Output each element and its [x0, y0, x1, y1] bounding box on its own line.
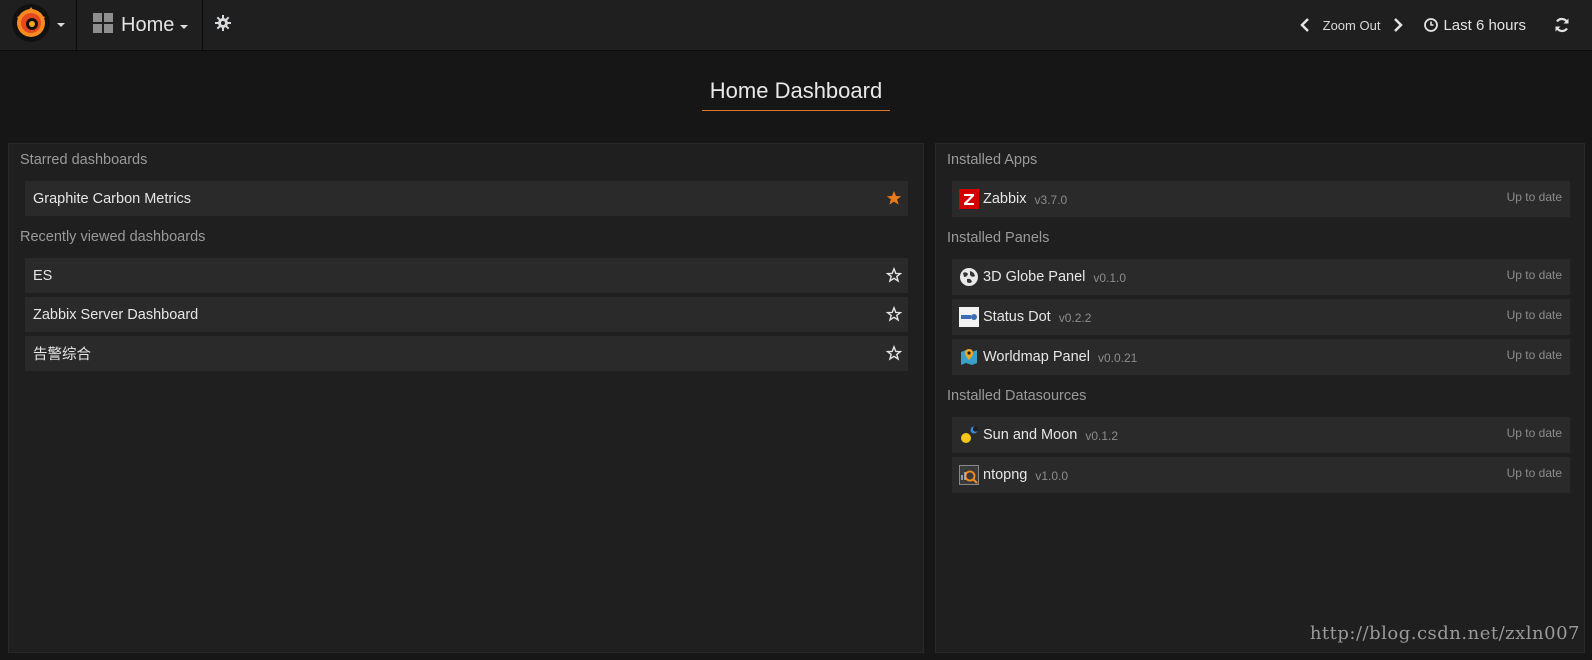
plugin-version: v3.7.0 — [1034, 193, 1068, 207]
worldmap-icon — [959, 347, 979, 367]
plugin-status: Up to date — [1506, 268, 1562, 282]
grafana-logo-icon — [11, 3, 51, 48]
chevron-left-icon — [1299, 18, 1309, 32]
plugin-row[interactable]: Sun and Moon v0.1.2 Up to date — [952, 417, 1570, 453]
dashboard-list-panel: Starred dashboards Graphite Carbon Metri… — [8, 143, 924, 653]
page-title-container: Home Dashboard — [0, 78, 1592, 111]
plugin-name: Sun and Moon — [983, 427, 1078, 443]
zabbix-icon — [959, 189, 979, 209]
plugin-row[interactable]: Worldmap Panel v0.0.21 Up to date — [952, 339, 1570, 375]
dashboard-grid-icon — [93, 12, 113, 38]
time-range-picker[interactable]: Last 6 hours — [1424, 17, 1526, 34]
dashboard-link[interactable]: Zabbix Server Dashboard — [25, 307, 198, 323]
plugin-status: Up to date — [1506, 466, 1562, 480]
time-shift-forward-button[interactable] — [1388, 15, 1408, 35]
settings-button[interactable] — [203, 0, 243, 51]
installed-apps-heading: Installed Apps — [947, 152, 1038, 168]
status-dot-icon — [959, 307, 979, 327]
plugin-version: v0.2.2 — [1058, 311, 1092, 325]
plugin-row[interactable]: Zabbix v3.7.0 Up to date — [952, 181, 1570, 217]
plugin-name: Worldmap Panel — [983, 349, 1090, 365]
time-controls: Zoom Out Last 6 hours — [1295, 0, 1592, 51]
clock-icon — [1424, 18, 1439, 32]
time-range-label: Last 6 hours — [1443, 16, 1526, 34]
plugin-version: v1.0.0 — [1035, 469, 1069, 483]
watermark-text: http://blog.csdn.net/zxln007 — [1309, 623, 1580, 644]
refresh-button[interactable] — [1550, 13, 1574, 37]
time-shift-back-button[interactable] — [1295, 15, 1315, 35]
page-title: Home Dashboard — [701, 78, 891, 111]
plugin-status: Up to date — [1506, 190, 1562, 204]
recent-dashboard-row[interactable]: ES — [25, 258, 908, 293]
top-navbar: Home Zoom Out Last 6 hours — [0, 0, 1592, 51]
star-outline-icon[interactable] — [886, 267, 902, 283]
installed-datasources-heading: Installed Datasources — [947, 388, 1087, 404]
refresh-icon — [1555, 17, 1569, 33]
starred-dashboards-heading: Starred dashboards — [20, 152, 148, 168]
plugin-status: Up to date — [1506, 348, 1562, 362]
plugin-status: Up to date — [1506, 308, 1562, 322]
dashboard-picker-button[interactable]: Home — [77, 0, 204, 51]
recent-dashboard-row[interactable]: 告警综合 — [25, 336, 908, 371]
ntopng-icon — [959, 465, 979, 485]
plugin-row[interactable]: ntopng v1.0.0 Up to date — [952, 457, 1570, 493]
zoom-out-button[interactable]: Zoom Out — [1323, 18, 1381, 33]
plugin-version: v0.0.21 — [1097, 351, 1138, 365]
dashboard-picker-label: Home — [121, 13, 175, 36]
recent-dashboards-heading: Recently viewed dashboards — [20, 229, 206, 245]
plugin-row[interactable]: 3D Globe Panel v0.1.0 Up to date — [952, 259, 1570, 295]
plugin-row[interactable]: Status Dot v0.2.2 Up to date — [952, 299, 1570, 335]
gear-icon — [215, 14, 232, 36]
grafana-menu-button[interactable] — [0, 0, 77, 51]
plugin-name: 3D Globe Panel — [983, 269, 1086, 285]
chevron-down-icon — [180, 24, 189, 29]
installed-panels-heading: Installed Panels — [947, 230, 1050, 246]
star-filled-icon[interactable] — [886, 190, 902, 206]
dashboard-link[interactable]: 告警综合 — [25, 343, 91, 364]
star-outline-icon[interactable] — [886, 345, 902, 361]
plugin-version: v0.1.0 — [1093, 271, 1127, 285]
plugin-name: Zabbix — [983, 191, 1027, 207]
plugin-name: Status Dot — [983, 309, 1051, 325]
starred-dashboard-row[interactable]: Graphite Carbon Metrics — [25, 181, 908, 216]
plugin-list-panel: Installed Apps Zabbix v3.7.0 Up to date … — [935, 143, 1585, 653]
chevron-right-icon — [1394, 18, 1404, 32]
chevron-down-icon — [57, 23, 65, 27]
recent-dashboard-row[interactable]: Zabbix Server Dashboard — [25, 297, 908, 332]
sun-moon-icon — [959, 425, 979, 445]
star-outline-icon[interactable] — [886, 306, 902, 322]
zoom-controls: Zoom Out — [1295, 15, 1409, 35]
globe-icon — [959, 267, 979, 287]
plugin-name: ntopng — [983, 467, 1028, 483]
plugin-version: v0.1.2 — [1085, 429, 1119, 443]
dashboard-link[interactable]: ES — [25, 268, 52, 284]
dashboard-link[interactable]: Graphite Carbon Metrics — [25, 191, 191, 207]
plugin-status: Up to date — [1506, 426, 1562, 440]
